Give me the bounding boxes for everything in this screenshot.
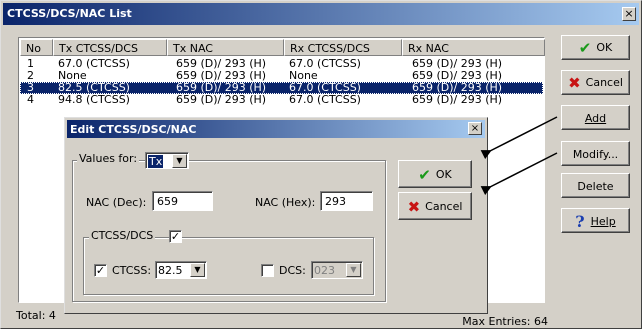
- callout-arrow-ok: [480, 116, 558, 160]
- callout-arrow-cancel: [480, 152, 558, 196]
- callout-arrows: [480, 116, 558, 196]
